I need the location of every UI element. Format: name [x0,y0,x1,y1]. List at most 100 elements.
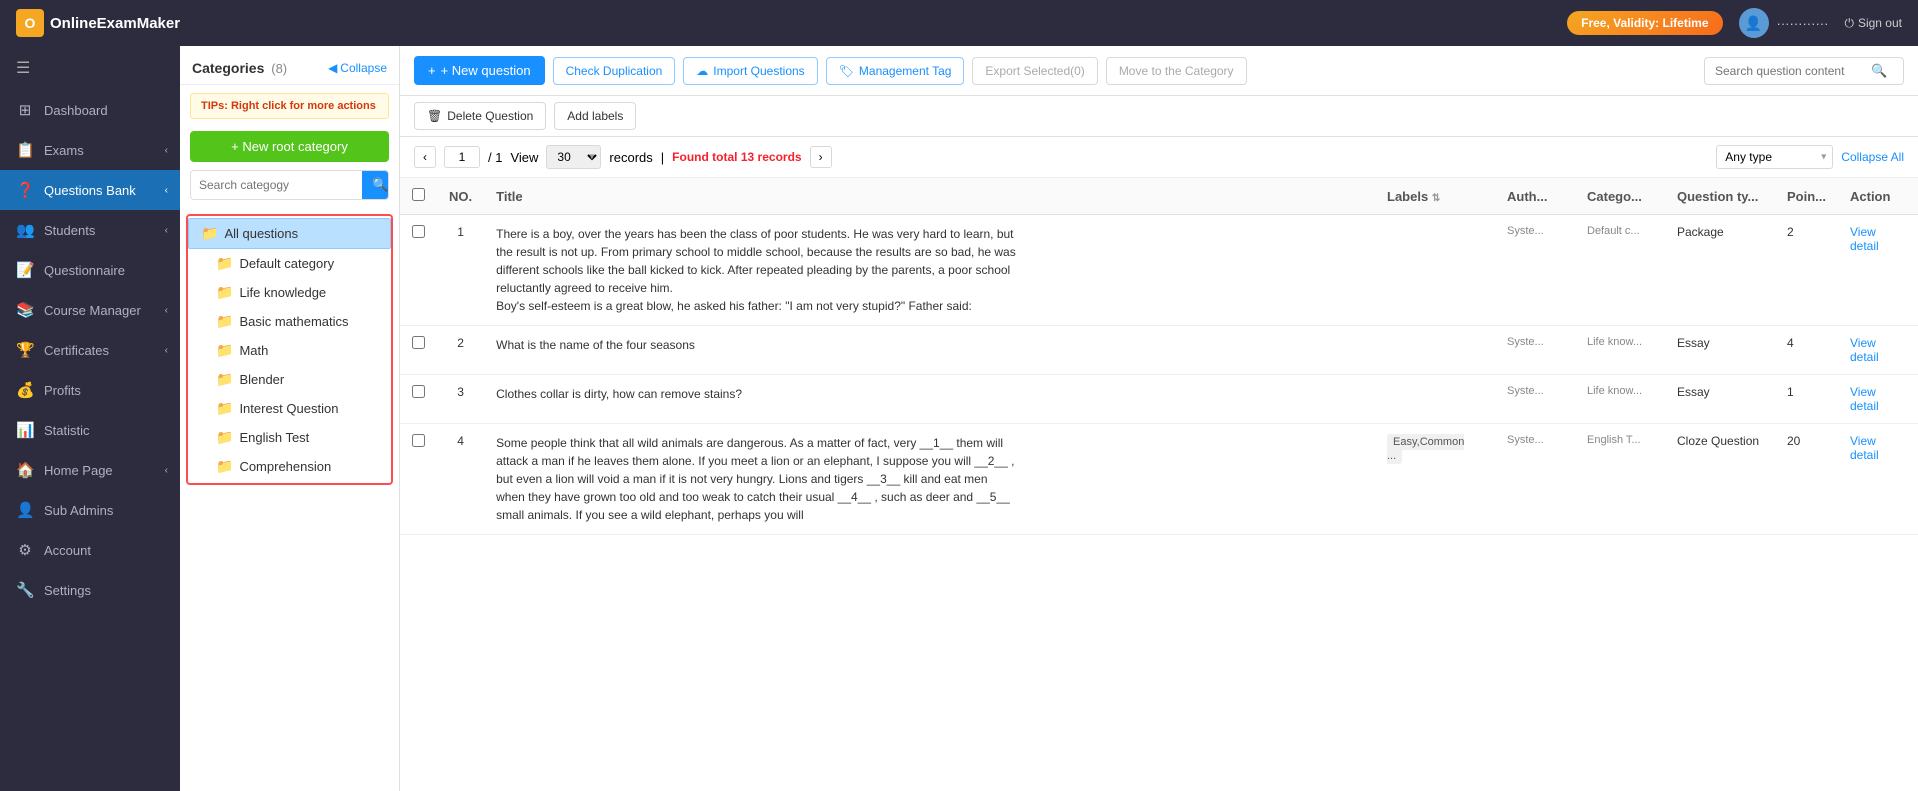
sidebar-icon-certificates: 🏆 [16,341,34,359]
sidebar-item-questions-bank[interactable]: ❓ Questions Bank ‹ [0,170,180,210]
sidebar-arrow-exams: ‹ [165,145,168,156]
next-page-button[interactable]: › [810,146,832,168]
category-item-comprehension[interactable]: 📁 Comprehension [188,452,391,481]
per-page-select[interactable]: 30 50 100 [546,145,601,169]
row-author-3: Syste... [1495,375,1575,424]
row-action-3[interactable]: View detail [1838,375,1918,424]
row-checkbox-4[interactable] [412,434,425,447]
collapse-arrow-icon: ◀ [328,61,337,75]
sidebar-item-sub-admins[interactable]: 👤 Sub Admins [0,490,180,530]
row-action-2[interactable]: View detail [1838,326,1918,375]
sidebar-item-profits[interactable]: 💰 Profits [0,370,180,410]
page-number-input[interactable] [444,146,480,168]
sidebar-item-students[interactable]: 👥 Students ‹ [0,210,180,250]
management-tag-button[interactable]: 🏷 Management Tag [826,57,965,85]
add-labels-button[interactable]: Add labels [554,102,636,130]
category-item-blender[interactable]: 📁 Blender [188,365,391,394]
category-list: 📁 All questions 📁 Default category 📁 Lif… [180,208,399,791]
row-qtype-4: Cloze Question [1665,424,1775,535]
row-checkbox-2[interactable] [412,336,425,349]
sidebar-menu-icon[interactable]: ☰ [0,46,180,90]
category-search-button[interactable]: 🔍 [362,171,389,199]
collapse-all-button[interactable]: Collapse All [1841,150,1904,164]
view-detail-link-3[interactable]: View detail [1850,385,1879,413]
found-text: Found total 13 records [672,150,801,164]
th-category: Catego... [1575,178,1665,215]
sidebar-item-home-page[interactable]: 🏠 Home Page ‹ [0,450,180,490]
row-author-2: Syste... [1495,326,1575,375]
sidebar-icon-course-manager: 📚 [16,301,34,319]
view-detail-link-2[interactable]: View detail [1850,336,1879,364]
view-detail-link-4[interactable]: View detail [1850,434,1879,462]
category-label-comprehension: Comprehension [239,459,331,474]
sidebar-item-certificates[interactable]: 🏆 Certificates ‹ [0,330,180,370]
row-checkbox-3[interactable] [412,385,425,398]
row-points-1: 2 [1775,215,1838,326]
category-label-math-basic: Basic mathematics [239,314,348,329]
category-item-math-basic[interactable]: 📁 Basic mathematics [188,307,391,336]
folder-icon-all: 📁 [201,225,218,242]
sidebar-arrow-questions-bank: ‹ [165,185,168,196]
check-duplication-button[interactable]: Check Duplication [553,57,676,85]
row-labels-4: Easy,Common ... [1375,424,1495,535]
category-search-input[interactable] [191,173,362,197]
sidebar-icon-home-page: 🏠 [16,461,34,479]
category-item-all[interactable]: 📁 All questions [188,218,391,249]
category-item-default[interactable]: 📁 Default category [188,249,391,278]
new-question-button[interactable]: + + New question [414,56,545,85]
top-nav: O OnlineExamMaker Free, Validity: Lifeti… [0,0,1918,46]
sidebar-item-settings[interactable]: 🔧 Settings [0,570,180,610]
sidebar-item-statistic[interactable]: 📊 Statistic [0,410,180,450]
category-item-interest[interactable]: 📁 Interest Question [188,394,391,423]
question-search-input[interactable] [1715,64,1865,78]
delete-question-button[interactable]: 🗑 Delete Question [414,102,546,130]
row-checkbox-cell [400,424,437,535]
row-category-4: English T... [1575,424,1665,535]
question-search: 🔍 [1704,57,1904,85]
row-checkbox-1[interactable] [412,225,425,238]
sidebar-label-exams: Exams [44,143,84,158]
category-label-math: Math [239,343,268,358]
th-author: Auth... [1495,178,1575,215]
view-detail-link-1[interactable]: View detail [1850,225,1879,253]
categories-title: Categories (8) [192,60,287,76]
sidebar-item-dashboard[interactable]: ⊞ Dashboard [0,90,180,130]
new-root-category-button[interactable]: + New root category [190,131,389,162]
sign-out-icon: ⏻ [1844,16,1854,31]
row-action-4[interactable]: View detail [1838,424,1918,535]
th-question-type: Question ty... [1665,178,1775,215]
sidebar-item-questionnaire[interactable]: 📝 Questionnaire [0,250,180,290]
sidebar-arrow-students: ‹ [165,225,168,236]
table-row: 1 There is a boy, over the years has bee… [400,215,1918,326]
th-action: Action [1838,178,1918,215]
sidebar-label-course-manager: Course Manager [44,303,141,318]
row-points-4: 20 [1775,424,1838,535]
sidebar-item-account[interactable]: ⚙ Account [0,530,180,570]
prev-page-button[interactable]: ‹ [414,146,436,168]
category-item-math[interactable]: 📁 Math [188,336,391,365]
select-all-checkbox[interactable] [412,188,425,201]
row-action-1[interactable]: View detail [1838,215,1918,326]
category-label-default: Default category [239,256,334,271]
plus-icon: + [428,63,436,78]
category-label-life: Life knowledge [239,285,326,300]
category-item-english[interactable]: 📁 English Test [188,423,391,452]
folder-icon-default: 📁 [216,255,233,272]
sidebar-item-course-manager[interactable]: 📚 Course Manager ‹ [0,290,180,330]
separator: | [661,150,664,165]
question-table-container: NO. Title Labels ⇅ Auth... Catego... Que… [400,178,1918,791]
logo-icon: O [16,9,44,37]
collapse-button[interactable]: ◀ Collapse [328,61,387,75]
sign-out-button[interactable]: ⏻ Sign out [1844,16,1902,31]
sidebar-item-exams[interactable]: 📋 Exams ‹ [0,130,180,170]
search-icon: 🔍 [1871,63,1887,79]
logo: O OnlineExamMaker [16,9,180,37]
folder-icon-blender: 📁 [216,371,233,388]
row-no-3: 3 [437,375,484,424]
move-to-category-button[interactable]: Move to the Category [1106,57,1247,85]
type-select[interactable]: Any type Essay Package Cloze Question Tr… [1716,145,1833,169]
pagination-bar: ‹ / 1 View 30 50 100 records | Found tot… [400,137,1918,178]
import-questions-button[interactable]: ☁ Import Questions [683,57,817,85]
export-selected-button[interactable]: Export Selected(0) [972,57,1097,85]
category-item-life[interactable]: 📁 Life knowledge [188,278,391,307]
